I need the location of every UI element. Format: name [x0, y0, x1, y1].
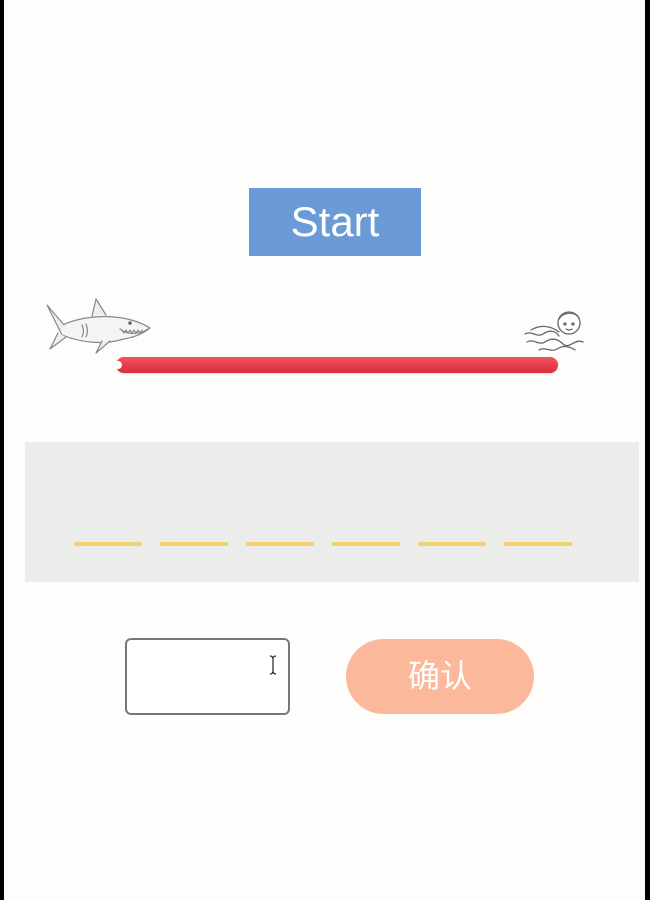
answer-input[interactable] — [125, 638, 290, 715]
progress-fill — [116, 357, 558, 373]
game-screen: Start 确认 — [0, 0, 650, 900]
word-blanks-panel — [25, 442, 639, 582]
letter-blank — [418, 542, 486, 546]
letter-blank — [332, 542, 400, 546]
letter-blank — [246, 542, 314, 546]
confirm-button[interactable]: 确认 — [346, 639, 534, 714]
start-button[interactable]: Start — [249, 188, 421, 256]
swimmer-icon — [524, 311, 584, 351]
progress-start-knob — [114, 361, 122, 369]
letter-blank — [160, 542, 228, 546]
progress-track — [116, 357, 558, 373]
text-cursor-icon — [269, 655, 277, 675]
shark-icon — [46, 298, 151, 354]
letter-blank — [74, 542, 142, 546]
letter-blank — [504, 542, 572, 546]
